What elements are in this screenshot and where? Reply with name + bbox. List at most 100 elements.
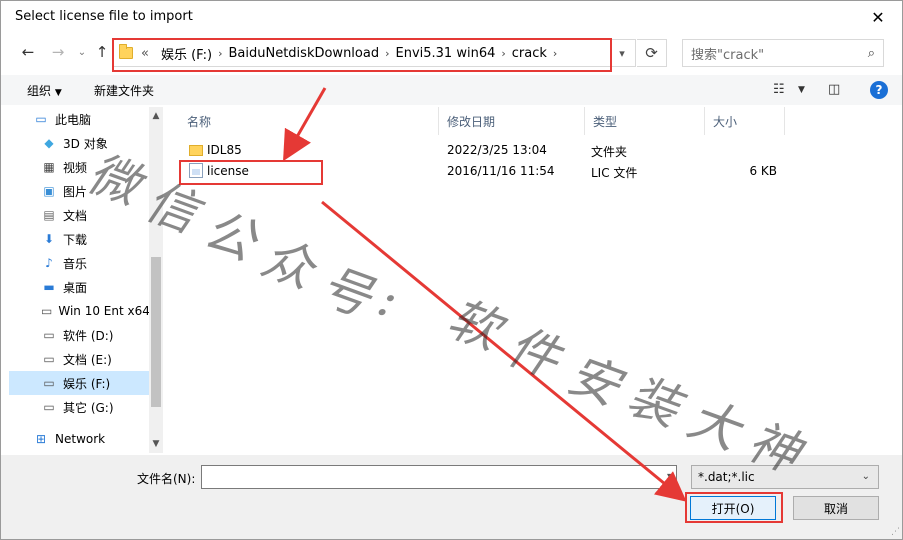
- chevron-down-icon: ⌄: [861, 471, 870, 482]
- refresh-icon: ⟳: [645, 44, 658, 62]
- sidebar-item-downloads[interactable]: ⬇ 下载: [9, 227, 149, 251]
- back-button[interactable]: ←: [17, 41, 39, 63]
- file-date: 2022/3/25 13:04: [447, 143, 547, 157]
- sidebar-item-label: 图片: [63, 184, 88, 199]
- file-type: LIC 文件: [591, 166, 638, 180]
- organize-label: 组织: [27, 84, 52, 98]
- new-folder-button[interactable]: 新建文件夹: [94, 82, 154, 99]
- view-caret-icon[interactable]: ▼: [798, 85, 805, 95]
- sidebar-scrollbar[interactable]: ▲ ▼: [149, 107, 163, 453]
- breadcrumb-download[interactable]: BaiduNetdiskDownload: [229, 46, 380, 61]
- sidebar-item-label: 软件 (D:): [63, 328, 114, 343]
- sidebar-item-label: 其它 (G:): [63, 400, 114, 415]
- chevron-right-icon[interactable]: ›: [501, 47, 505, 60]
- sidebar-item-videos[interactable]: ▦ 视频: [9, 155, 149, 179]
- breadcrumb-overflow[interactable]: «: [141, 46, 149, 61]
- file-name: IDL85: [207, 143, 242, 157]
- close-button[interactable]: ✕: [858, 3, 898, 31]
- sidebar-item-label: 3D 对象: [63, 136, 108, 151]
- organize-menu[interactable]: 组织 ▼: [27, 82, 62, 99]
- download-icon: ⬇: [43, 232, 55, 246]
- breadcrumb-drive[interactable]: 娱乐 (F:): [161, 44, 212, 63]
- chevron-right-icon[interactable]: ›: [553, 47, 557, 60]
- arrow-up-icon: ↑: [95, 43, 109, 61]
- column-header-size[interactable]: 大小: [705, 107, 785, 135]
- sidebar-item-network[interactable]: ⊞ Network: [9, 427, 149, 451]
- sidebar-item-drive-g[interactable]: ▭ 其它 (G:): [9, 395, 149, 419]
- file-row-license[interactable]: license 2016/11/16 11:54 LIC 文件 6 KB: [175, 161, 815, 181]
- sidebar-item-documents[interactable]: ▤ 文档: [9, 203, 149, 227]
- arrow-right-icon: →: [51, 43, 65, 61]
- caret-down-icon: ▼: [54, 88, 62, 98]
- chevron-down-icon: ⌄: [77, 46, 87, 58]
- sidebar-item-music[interactable]: ♪ 音乐: [9, 251, 149, 275]
- sidebar-item-drive-f[interactable]: ▭ 娱乐 (F:): [9, 371, 149, 395]
- sidebar-item-label: 下载: [63, 232, 88, 247]
- folder-icon: [189, 145, 203, 156]
- chevron-down-icon: ▾: [619, 46, 625, 60]
- file-type-value: *.dat;*.lic: [698, 470, 755, 484]
- sidebar-item-label: 视频: [63, 160, 88, 175]
- scroll-down-icon[interactable]: ▼: [149, 437, 163, 451]
- sidebar-item-desktop[interactable]: ▬ 桌面: [9, 275, 149, 299]
- drive-icon: ▭: [43, 400, 55, 414]
- up-button[interactable]: ↑: [91, 41, 113, 63]
- view-options-icon[interactable]: ☷: [773, 82, 785, 97]
- forward-button[interactable]: →: [47, 41, 69, 63]
- breadcrumb-envi[interactable]: Envi5.31 win64: [396, 46, 496, 61]
- search-placeholder: 搜索"crack": [691, 47, 765, 63]
- help-icon[interactable]: ?: [870, 81, 888, 99]
- sidebar-item-drive-d[interactable]: ▭ 软件 (D:): [9, 323, 149, 347]
- preview-pane-icon[interactable]: ◫: [828, 82, 840, 97]
- file-name: license: [207, 164, 249, 178]
- sidebar-item-3d-objects[interactable]: ◆ 3D 对象: [9, 131, 149, 155]
- search-icon[interactable]: ⌕: [868, 46, 875, 61]
- file-icon: [189, 163, 203, 178]
- title-bar: Select license file to import ✕: [1, 1, 902, 33]
- resize-grip-icon[interactable]: ⋰: [891, 527, 900, 537]
- column-header-type[interactable]: 类型: [585, 107, 705, 135]
- sidebar-item-label: 文档 (E:): [63, 352, 112, 367]
- sidebar-item-drive-e[interactable]: ▭ 文档 (E:): [9, 347, 149, 371]
- sidebar-item-system-drive[interactable]: ▭ Win 10 Ent x64: [9, 299, 149, 323]
- refresh-button[interactable]: ⟳: [637, 39, 667, 67]
- search-box[interactable]: 搜索"crack" ⌕: [682, 39, 884, 67]
- music-icon: ♪: [45, 256, 53, 270]
- recent-locations-button[interactable]: ⌄: [71, 41, 93, 63]
- column-header-date[interactable]: 修改日期: [439, 107, 585, 135]
- chevron-down-icon[interactable]: ▾: [667, 471, 672, 482]
- address-bar[interactable]: « 娱乐 (F:) › BaiduNetdiskDownload › Envi5…: [112, 39, 636, 67]
- file-type-select[interactable]: *.dat;*.lic ⌄: [691, 465, 879, 489]
- file-type: 文件夹: [591, 145, 628, 159]
- sidebar-item-label: 文档: [63, 208, 88, 223]
- desktop-icon: ▬: [43, 280, 55, 294]
- sidebar-item-this-pc[interactable]: ▭ 此电脑: [9, 107, 149, 131]
- cube-icon: ◆: [44, 136, 54, 150]
- network-icon: ⊞: [35, 432, 47, 446]
- folder-icon: [119, 44, 133, 59]
- filename-input[interactable]: ▾: [201, 465, 677, 489]
- open-button[interactable]: 打开(O): [690, 496, 776, 520]
- sidebar-item-label: 娱乐 (F:): [63, 376, 111, 391]
- file-row-idl85[interactable]: IDL85 2022/3/25 13:04 文件夹: [175, 140, 815, 160]
- sidebar-item-pictures[interactable]: ▣ 图片: [9, 179, 149, 203]
- dialog-footer: 文件名(N): ▾ *.dat;*.lic ⌄ 打开(O) 取消 ⋰: [1, 455, 902, 539]
- drive-icon: ▭: [43, 328, 55, 342]
- column-header-name[interactable]: 名称: [179, 107, 439, 135]
- dialog-title: Select license file to import: [15, 9, 193, 24]
- navigation-pane: ▭ 此电脑 ◆ 3D 对象 ▦ 视频 ▣ 图片 ▤ 文档 ⬇ 下载 ♪ 音乐 ▬ 桌面 ▭ Win…: [9, 107, 149, 453]
- chevron-right-icon[interactable]: ›: [218, 47, 222, 60]
- scroll-up-icon[interactable]: ▲: [149, 109, 163, 123]
- filename-label: 文件名(N):: [137, 472, 196, 486]
- breadcrumb-crack[interactable]: crack: [512, 46, 547, 61]
- close-icon: ✕: [871, 7, 885, 27]
- drive-icon: ▭: [43, 352, 55, 366]
- sidebar-item-label: 此电脑: [55, 112, 92, 127]
- cancel-button[interactable]: 取消: [793, 496, 879, 520]
- picture-icon: ▣: [43, 184, 55, 198]
- address-dropdown-button[interactable]: ▾: [608, 39, 636, 67]
- scrollbar-thumb[interactable]: [151, 257, 161, 407]
- document-icon: ▤: [43, 208, 55, 222]
- chevron-right-icon[interactable]: ›: [385, 47, 389, 60]
- sidebar-item-label: Win 10 Ent x64: [58, 304, 149, 318]
